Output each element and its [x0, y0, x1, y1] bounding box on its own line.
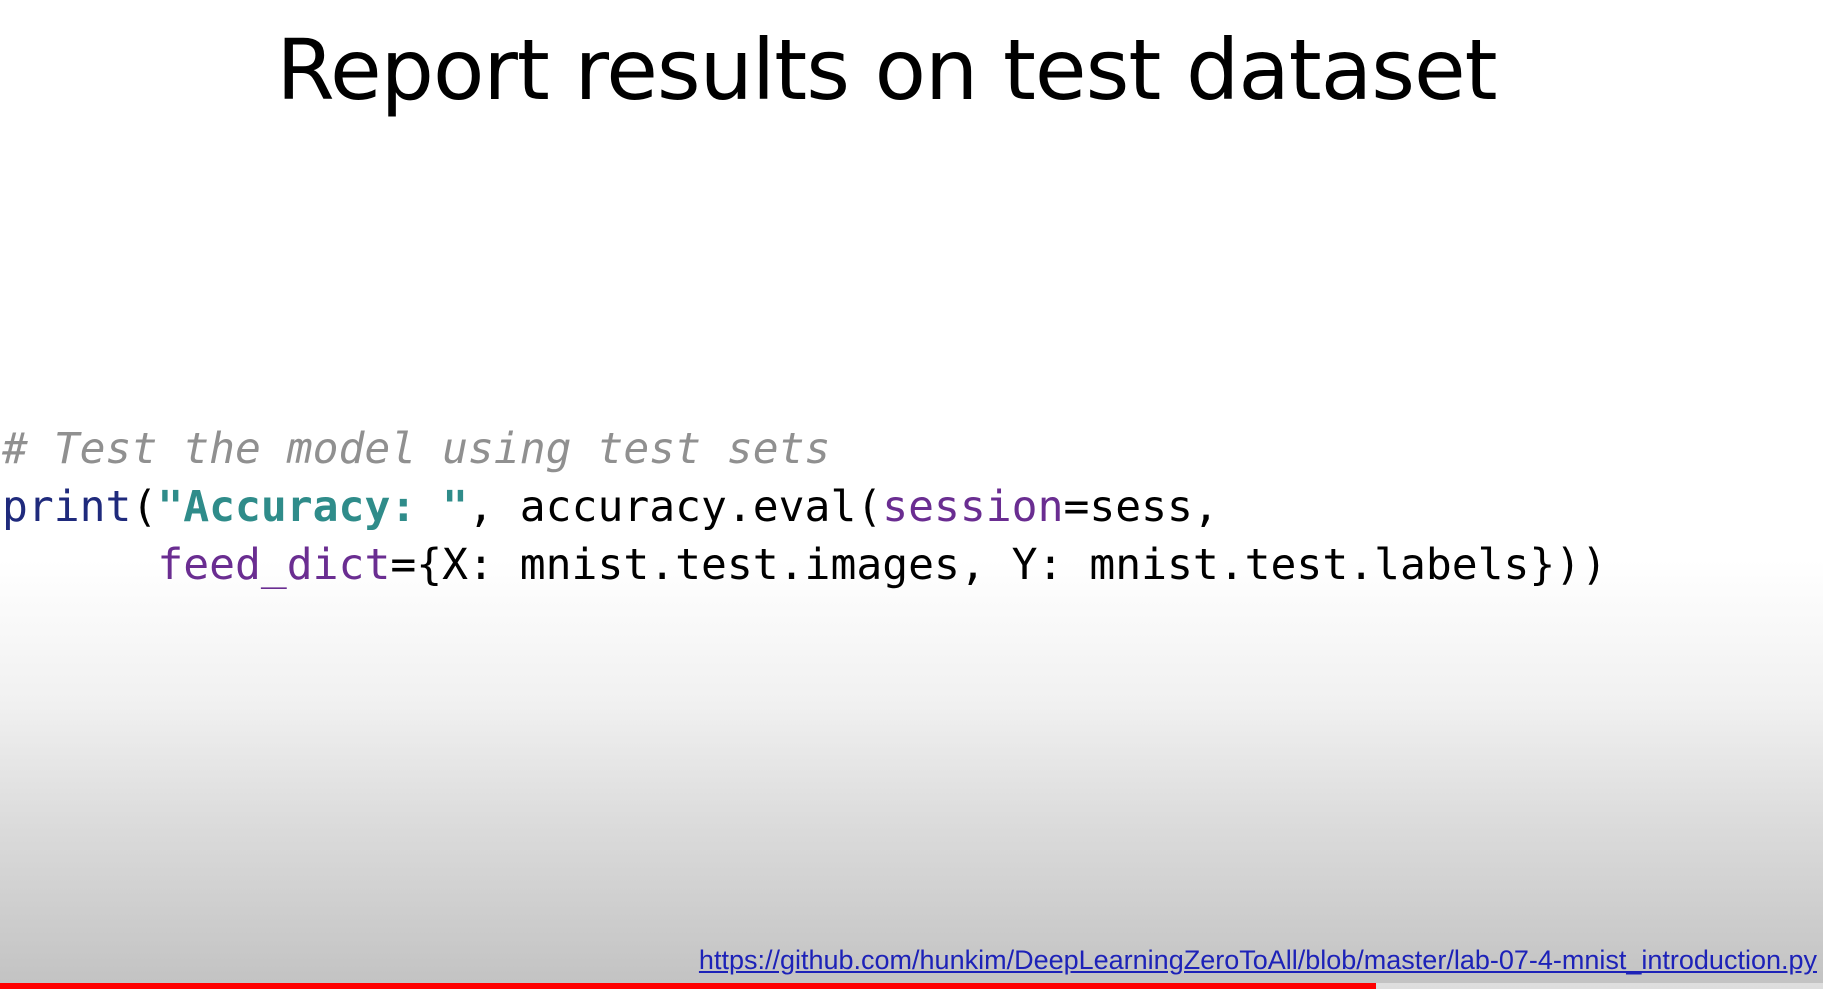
code-kwarg-feed-dict: feed_dict [157, 540, 391, 590]
code-session-value: =sess, [1063, 482, 1219, 532]
video-progress-bar[interactable] [0, 983, 1823, 989]
code-block: # Test the model using test sets print("A… [2, 420, 1607, 594]
code-string-accuracy: "Accuracy: " [157, 482, 469, 532]
code-feed-dict-value: ={X: mnist.test.images, Y: mnist.test.la… [390, 540, 1608, 590]
source-link[interactable]: https://github.com/hunkim/DeepLearningZe… [699, 945, 1817, 976]
slide-title: Report results on test dataset [276, 21, 1497, 119]
code-line-comment: # Test the model using test sets [2, 420, 1607, 478]
code-builtin-print: print [2, 482, 132, 532]
code-kwarg-session: session [882, 482, 1064, 532]
code-line-feed-dict: feed_dict={X: mnist.test.images, Y: mnis… [2, 536, 1607, 594]
code-accuracy-eval: , accuracy.eval( [468, 482, 883, 532]
video-progress-played [0, 983, 1377, 989]
code-comment: # Test the model using test sets [2, 424, 831, 474]
code-line-print: print("Accuracy: ", accuracy.eval(sessio… [2, 478, 1607, 536]
code-open-paren: ( [131, 482, 158, 532]
